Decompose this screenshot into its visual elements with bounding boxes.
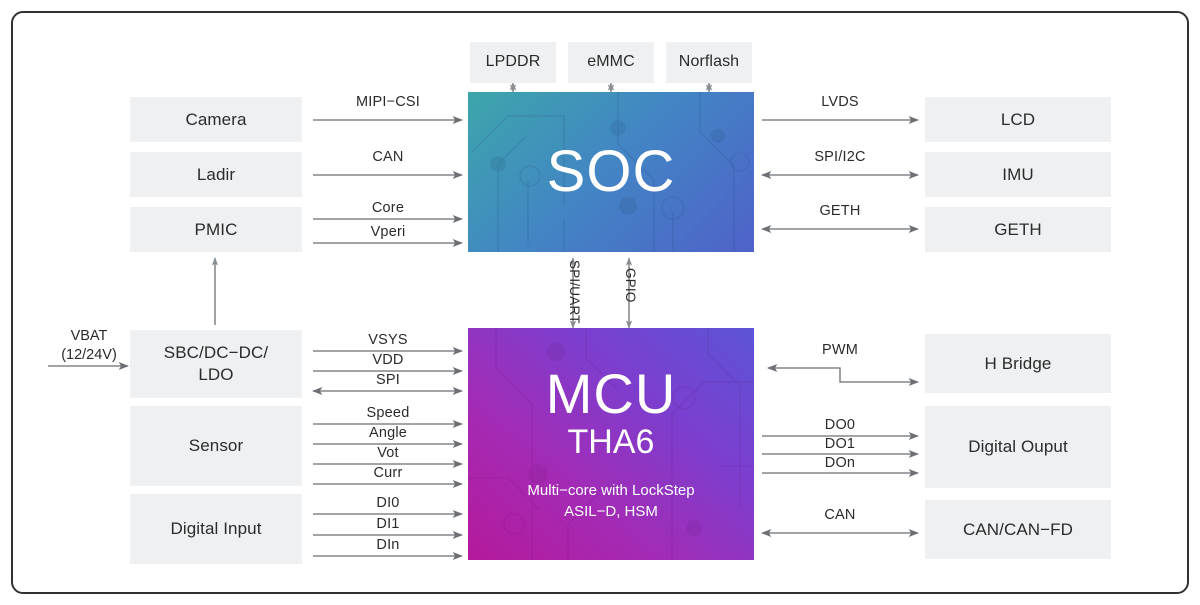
interconnect-label-gpio: GPIO bbox=[623, 268, 638, 303]
soc-block[interactable]: SOC bbox=[468, 92, 754, 252]
left-block-pmic[interactable]: PMIC bbox=[130, 207, 302, 252]
signal-text: Curr bbox=[373, 465, 403, 481]
signal-label-can-mcu: CAN bbox=[762, 507, 918, 523]
signal-text: SPI bbox=[376, 372, 400, 388]
signal-label-do0: DO0 bbox=[762, 417, 918, 433]
signal-text: CAN bbox=[372, 149, 404, 165]
signal-text: VSYS bbox=[368, 332, 408, 348]
signal-label-geth: GETH bbox=[762, 203, 918, 219]
mcu-feature-line-1: Multi−core with LockStep bbox=[527, 482, 695, 500]
memory-block-label: LPDDR bbox=[485, 53, 541, 71]
signal-text: LVDS bbox=[821, 94, 859, 110]
right-block-label: IMU bbox=[1002, 164, 1034, 184]
left-block-label-line-2: LDO bbox=[198, 365, 234, 384]
signal-label-di1: DI1 bbox=[313, 516, 463, 532]
signal-label-can-soc: CAN bbox=[313, 149, 463, 165]
signal-text: VDD bbox=[372, 352, 404, 368]
mcu-part-number: THA6 bbox=[567, 423, 655, 462]
right-block-imu[interactable]: IMU bbox=[925, 152, 1111, 197]
signal-label-di0: DI0 bbox=[313, 495, 463, 511]
right-block-geth[interactable]: GETH bbox=[925, 207, 1111, 252]
signal-text: DIn bbox=[376, 537, 400, 553]
signal-label-lvds: LVDS bbox=[762, 94, 918, 110]
interconnect-text: GPIO bbox=[623, 268, 638, 303]
signal-label-mipi-csi: MIPI−CSI bbox=[313, 94, 463, 110]
right-block-lcd[interactable]: LCD bbox=[925, 97, 1111, 142]
signal-text: Angle bbox=[368, 425, 408, 441]
memory-block-emmc[interactable]: eMMC bbox=[568, 42, 654, 83]
signal-text: DO0 bbox=[824, 417, 856, 433]
signal-text: DI0 bbox=[376, 495, 400, 511]
signal-label-don: DOn bbox=[762, 455, 918, 471]
signal-label-speed: Speed bbox=[313, 405, 463, 421]
right-block-label: CAN/CAN−FD bbox=[962, 519, 1074, 539]
left-block-sbc-dcdc-ldo[interactable]: SBC/DC−DC/ LDO bbox=[130, 330, 302, 398]
memory-block-label: Norflash bbox=[678, 53, 740, 71]
mcu-feature-note: Multi−core with LockStep ASIL−D, HSM bbox=[527, 481, 694, 522]
signal-text: DOn bbox=[824, 455, 856, 471]
signal-text: Vot bbox=[377, 445, 399, 461]
left-block-label: Sensor bbox=[188, 436, 244, 456]
right-block-digital-output[interactable]: Digital Ouput bbox=[925, 406, 1111, 488]
signal-label-vperi: Vperi bbox=[313, 224, 463, 240]
mcu-block[interactable]: MCU THA6 Multi−core with LockStep ASIL−D… bbox=[468, 328, 754, 560]
signal-label-core: Core bbox=[313, 200, 463, 216]
signal-text: GETH bbox=[819, 203, 861, 219]
mcu-feature-line-2: ASIL−D, HSM bbox=[564, 502, 658, 520]
signal-text: Vperi bbox=[370, 224, 406, 240]
vbat-label-line-2: (12/24V) bbox=[61, 346, 117, 363]
signal-label-spi-i2c: SPI/I2C bbox=[762, 149, 918, 165]
signal-text: CAN bbox=[824, 507, 856, 523]
left-block-camera[interactable]: Camera bbox=[130, 97, 302, 142]
interconnect-label-spi-uart: SPI/UART bbox=[567, 260, 582, 324]
memory-block-norflash[interactable]: Norflash bbox=[666, 42, 752, 83]
left-block-label-line-1: SBC/DC−DC/ bbox=[163, 343, 269, 363]
mcu-title: MCU bbox=[545, 362, 677, 426]
signal-label-do1: DO1 bbox=[762, 436, 918, 452]
right-block-label: GETH bbox=[994, 219, 1042, 239]
right-block-label: LCD bbox=[1000, 109, 1036, 129]
left-block-sensor[interactable]: Sensor bbox=[130, 406, 302, 486]
signal-text: Core bbox=[371, 200, 405, 216]
signal-label-spi: SPI bbox=[313, 372, 463, 388]
signal-label-curr: Curr bbox=[313, 465, 463, 481]
signal-text: DO1 bbox=[824, 436, 856, 452]
right-block-h-bridge[interactable]: H Bridge bbox=[925, 334, 1111, 393]
signal-text: MIPI−CSI bbox=[355, 94, 421, 110]
right-block-label: Digital Ouput bbox=[968, 437, 1068, 457]
vbat-input-label: VBAT (12/24V) bbox=[36, 327, 142, 365]
interconnect-text: SPI/UART bbox=[567, 260, 582, 324]
left-block-ladir[interactable]: Ladir bbox=[130, 152, 302, 197]
left-block-label: PMIC bbox=[194, 219, 238, 239]
left-block-label: Ladir bbox=[196, 164, 236, 184]
signal-text: PWM bbox=[821, 342, 859, 358]
signal-label-din: DIn bbox=[313, 537, 463, 553]
left-block-digital-input[interactable]: Digital Input bbox=[130, 494, 302, 564]
diagram-canvas: LPDDR eMMC Norflash SOC MCU THA6 Multi−c… bbox=[0, 0, 1200, 605]
signal-label-vdd: VDD bbox=[313, 352, 463, 368]
left-block-label: Camera bbox=[185, 109, 247, 129]
signal-text: SPI/I2C bbox=[814, 149, 866, 165]
memory-block-lpddr[interactable]: LPDDR bbox=[470, 42, 556, 83]
left-block-label: Digital Input bbox=[170, 519, 262, 539]
memory-block-label: eMMC bbox=[587, 53, 635, 71]
signal-text: DI1 bbox=[376, 516, 400, 532]
signal-label-vsys: VSYS bbox=[313, 332, 463, 348]
right-block-label: H Bridge bbox=[984, 353, 1052, 373]
soc-title: SOC bbox=[546, 139, 676, 204]
signal-label-angle: Angle bbox=[313, 425, 463, 441]
signal-text: Speed bbox=[366, 405, 410, 421]
right-block-can-canfd[interactable]: CAN/CAN−FD bbox=[925, 500, 1111, 559]
vbat-label-line-1: VBAT bbox=[70, 328, 108, 344]
signal-label-vot: Vot bbox=[313, 445, 463, 461]
signal-label-pwm: PWM bbox=[762, 342, 918, 358]
